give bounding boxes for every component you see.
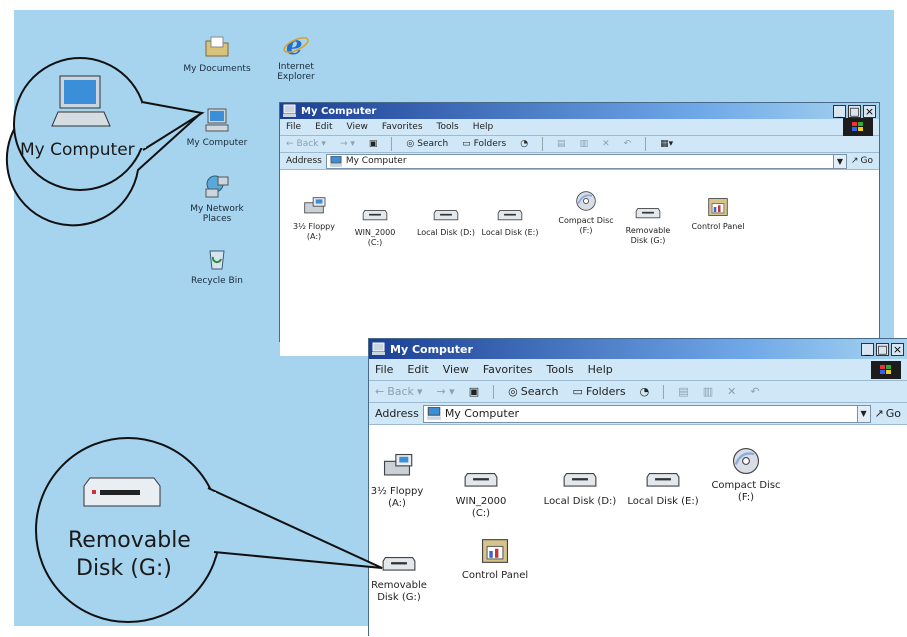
callout-label-removable-1: Removable: [68, 528, 191, 553]
my-computer-callout-pointer: [141, 101, 205, 151]
removable-callout-pointer: [207, 487, 383, 569]
callout-label-removable-2: Disk (G:): [76, 556, 172, 581]
removable-disk-icon: [83, 477, 161, 507]
callout-mask: [140, 104, 146, 148]
callout-label-my-computer: My Computer: [20, 140, 135, 160]
callout-mask: [200, 492, 216, 548]
